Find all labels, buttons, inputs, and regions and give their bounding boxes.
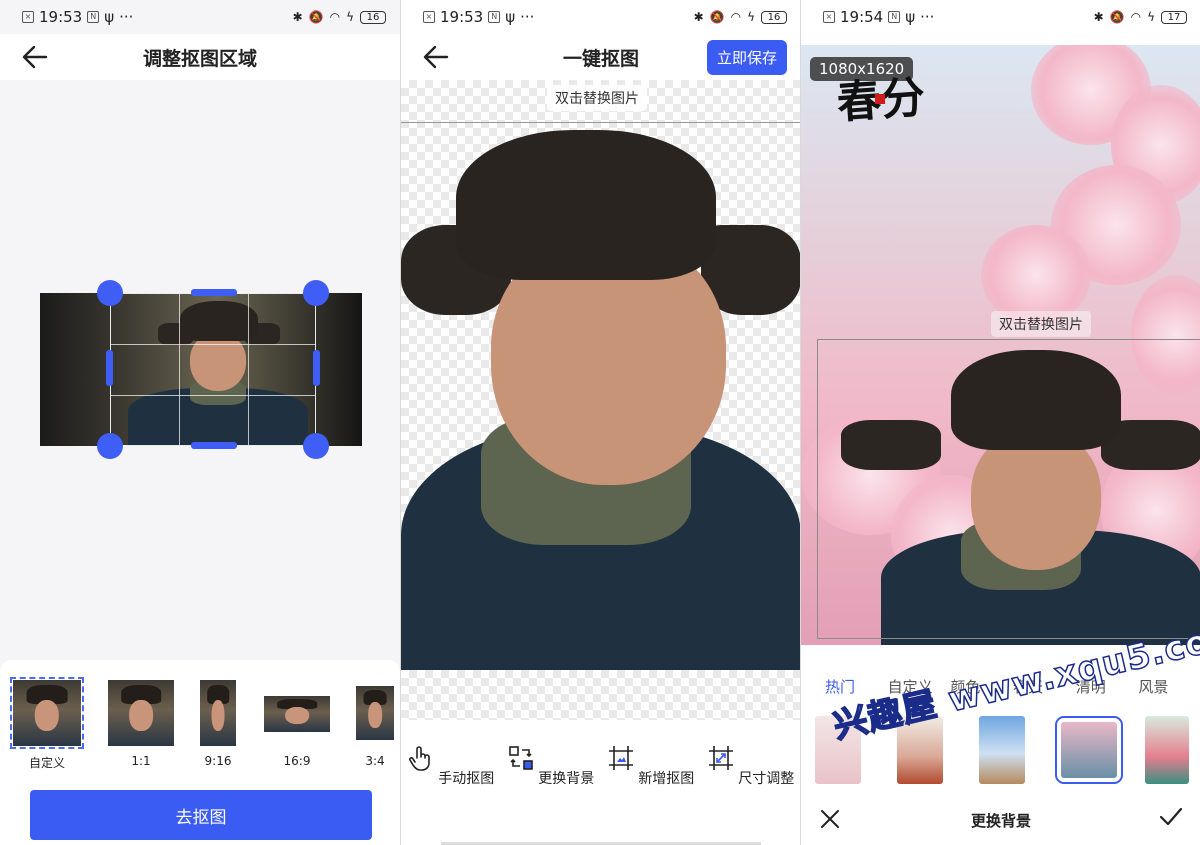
crop-handle-top[interactable] — [191, 289, 237, 296]
template-thumbnail[interactable] — [1145, 716, 1189, 784]
charging-icon: ϟ — [747, 10, 755, 24]
footer-title: 更换背景 — [970, 811, 1031, 830]
ratio-option-16-9[interactable]: 16:9 — [262, 680, 332, 768]
crop-area-screen: × 19:53 N ψ ··· ✱ 🔕 ◠ ϟ 16 调整抠图区域 自定义 1:… — [0, 0, 400, 845]
replace-background-tool[interactable]: 更换背景 — [501, 745, 601, 788]
crop-handle-bottom-left[interactable] — [97, 433, 123, 459]
crop-handle-right[interactable] — [313, 350, 320, 386]
template-thumbnail-selected[interactable] — [1055, 716, 1123, 784]
wifi-icon: ◠ — [730, 10, 742, 24]
more-icon: ··· — [119, 8, 134, 26]
replace-image-tip: 双击替换图片 — [547, 85, 647, 111]
hd-icon: N — [488, 11, 501, 23]
status-time: 19:53 — [39, 8, 83, 26]
charging-icon: ϟ — [1147, 10, 1155, 24]
back-arrow-icon[interactable] — [20, 44, 48, 70]
tool-label: 尺寸调整 — [738, 771, 795, 787]
add-cutout-tool[interactable]: 新增抠图 — [601, 745, 701, 788]
wifi-icon: ◠ — [329, 10, 341, 24]
page-title: 调整抠图区域 — [142, 47, 257, 70]
ratio-option-3-4[interactable]: 3:4 — [354, 680, 396, 768]
mute-icon: 🔕 — [1109, 10, 1125, 24]
battery-icon: 16 — [360, 10, 386, 24]
status-bar: × 19:53 N ψ ··· ✱ 🔕 ◠ ϟ 16 — [401, 0, 801, 34]
status-time: 19:54 — [840, 8, 884, 26]
ratio-label: 自定义 — [28, 756, 65, 770]
tool-bar: 手动抠图 更换背景 新增抠图 尺寸调整 — [401, 745, 801, 788]
ratio-option-1-1[interactable]: 1:1 — [106, 680, 176, 768]
tool-label: 新增抠图 — [638, 771, 695, 787]
ratio-thumbnail — [10, 677, 84, 749]
status-bar: × 19:54 N ψ ··· ✱ 🔕 ◠ ϟ 17 — [801, 0, 1200, 34]
more-icon: ··· — [520, 8, 535, 26]
tool-label: 手动抠图 — [438, 771, 495, 787]
one-click-cutout-screen: × 19:53 N ψ ··· ✱ 🔕 ◠ ϟ 16 一键抠图 立即保存 双击替… — [401, 0, 801, 845]
swap-background-icon — [508, 746, 533, 770]
mute-icon: 🔕 — [308, 10, 324, 24]
replace-image-tip: 双击替换图片 — [991, 311, 1091, 337]
bluetooth-icon: ✱ — [1093, 10, 1104, 24]
top-bar: 一键抠图 立即保存 — [401, 34, 801, 80]
template-thumbnail[interactable] — [979, 716, 1025, 784]
ratio-thumbnail — [356, 686, 394, 740]
battery-icon: 17 — [1161, 10, 1187, 24]
sim-icon: × — [22, 11, 34, 23]
crop-handle-top-right[interactable] — [303, 280, 329, 306]
hd-icon: N — [87, 11, 100, 23]
manual-cutout-tool[interactable]: 手动抠图 — [401, 745, 501, 788]
crop-handle-bottom[interactable] — [191, 442, 237, 449]
ratio-label: 1:1 — [131, 754, 151, 768]
subject-bounding-frame[interactable] — [817, 339, 1200, 639]
status-time: 19:53 — [440, 8, 484, 26]
top-bar: 调整抠图区域 — [0, 34, 400, 80]
sim-icon: × — [423, 11, 435, 23]
page-title: 一键抠图 — [562, 47, 639, 70]
more-icon: ··· — [920, 8, 935, 26]
back-arrow-icon[interactable] — [421, 44, 449, 70]
status-bar: × 19:53 N ψ ··· ✱ 🔕 ◠ ϟ 16 — [0, 0, 400, 34]
crop-handle-left[interactable] — [106, 350, 113, 386]
crop-frame[interactable] — [110, 293, 316, 446]
ratio-thumbnail — [200, 680, 236, 746]
ratio-label: 3:4 — [365, 754, 385, 768]
usb-icon: ψ — [505, 8, 516, 26]
add-image-icon — [608, 746, 633, 770]
usb-icon: ψ — [905, 8, 916, 26]
usb-icon: ψ — [104, 8, 115, 26]
start-cutout-button[interactable]: 去抠图 — [30, 790, 372, 840]
ratio-option-9-16[interactable]: 9:16 — [190, 680, 246, 768]
tab-scenery[interactable]: 风景 — [1138, 676, 1200, 697]
wifi-icon: ◠ — [1130, 10, 1142, 24]
ratio-thumbnail — [108, 680, 174, 746]
red-seal-icon — [875, 94, 885, 104]
hand-pointer-icon — [408, 746, 430, 771]
crop-handle-bottom-right[interactable] — [303, 433, 329, 459]
canvas-bottom-strip — [401, 670, 801, 720]
ratio-thumbnail — [264, 696, 330, 732]
ratio-option-custom[interactable]: 自定义 — [10, 677, 84, 771]
bluetooth-icon: ✱ — [292, 10, 303, 24]
ratio-label: 9:16 — [204, 754, 232, 768]
resize-icon — [708, 746, 733, 770]
confirm-check-icon[interactable] — [1159, 806, 1183, 828]
mute-icon: 🔕 — [709, 10, 725, 24]
tool-label: 更换背景 — [538, 771, 595, 787]
crop-handle-top-left[interactable] — [97, 280, 123, 306]
sim-icon: × — [823, 11, 835, 23]
cutout-subject — [401, 125, 801, 670]
hd-icon: N — [888, 11, 901, 23]
resize-tool[interactable]: 尺寸调整 — [701, 745, 801, 788]
bluetooth-icon: ✱ — [693, 10, 704, 24]
charging-icon: ϟ — [346, 10, 354, 24]
ratio-label: 16:9 — [283, 754, 311, 768]
canvas-border — [401, 122, 801, 123]
save-now-button[interactable]: 立即保存 — [706, 40, 787, 75]
battery-icon: 16 — [761, 10, 787, 24]
